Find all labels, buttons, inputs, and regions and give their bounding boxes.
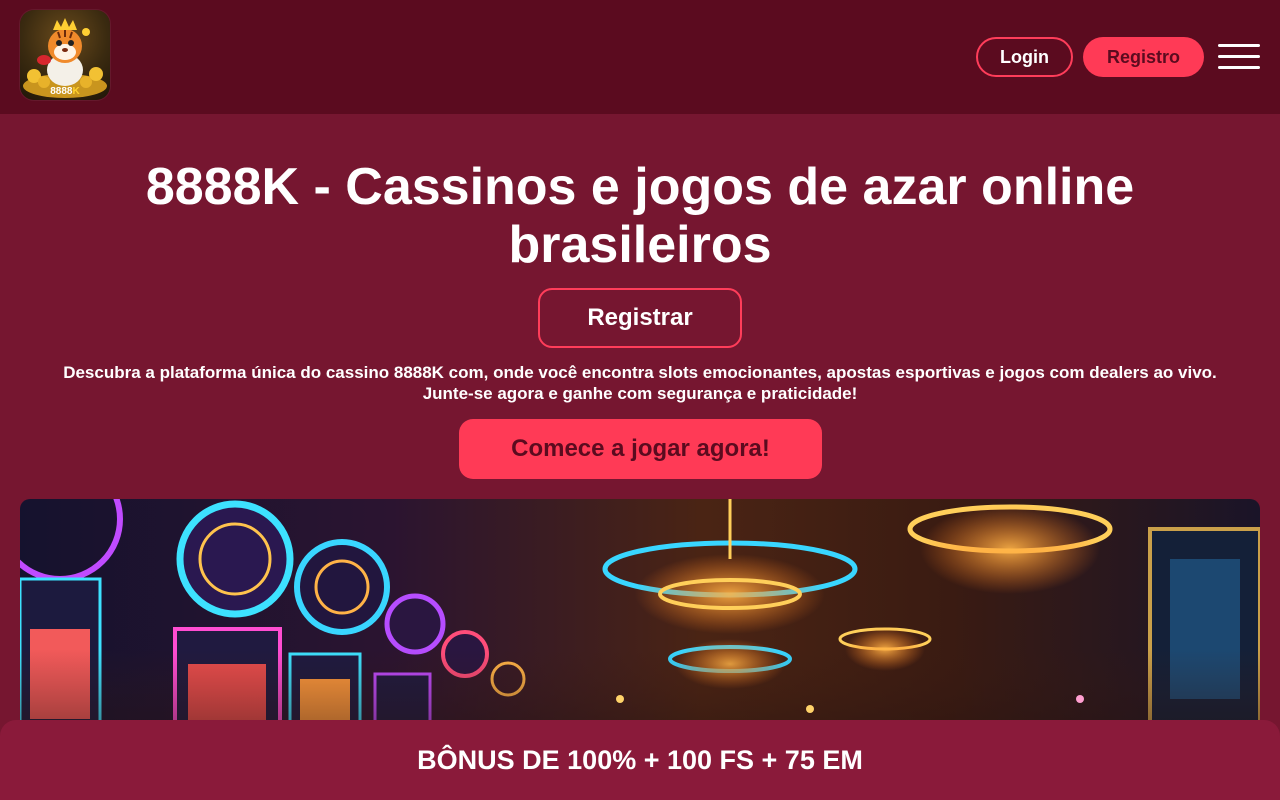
- description-line-2: Junte-se agora e ganhe com segurança e p…: [422, 384, 858, 403]
- site-header: 8888K Login Registro: [0, 0, 1280, 114]
- logo-text: 8888K: [50, 86, 80, 97]
- menu-line: [1218, 44, 1260, 47]
- bonus-text: BÔNUS DE 100% + 100 FS + 75 EM: [417, 744, 863, 775]
- menu-line: [1218, 66, 1260, 69]
- registrar-button[interactable]: Registrar: [538, 288, 742, 348]
- menu-line: [1218, 55, 1260, 58]
- site-logo[interactable]: 8888K: [20, 10, 110, 100]
- description-line-1: Descubra a plataforma única do cassino 8…: [63, 363, 1217, 382]
- hamburger-menu-icon[interactable]: [1218, 44, 1260, 70]
- hero-description: Descubra a plataforma única do cassino 8…: [20, 362, 1260, 404]
- start-playing-button[interactable]: Comece a jogar agora!: [459, 419, 822, 479]
- bonus-banner[interactable]: BÔNUS DE 100% + 100 FS + 75 EM: [0, 720, 1280, 800]
- login-button[interactable]: Login: [976, 37, 1073, 77]
- register-button[interactable]: Registro: [1083, 37, 1204, 77]
- page-title: 8888K - Cassinos e jogos de azar online …: [145, 158, 1135, 274]
